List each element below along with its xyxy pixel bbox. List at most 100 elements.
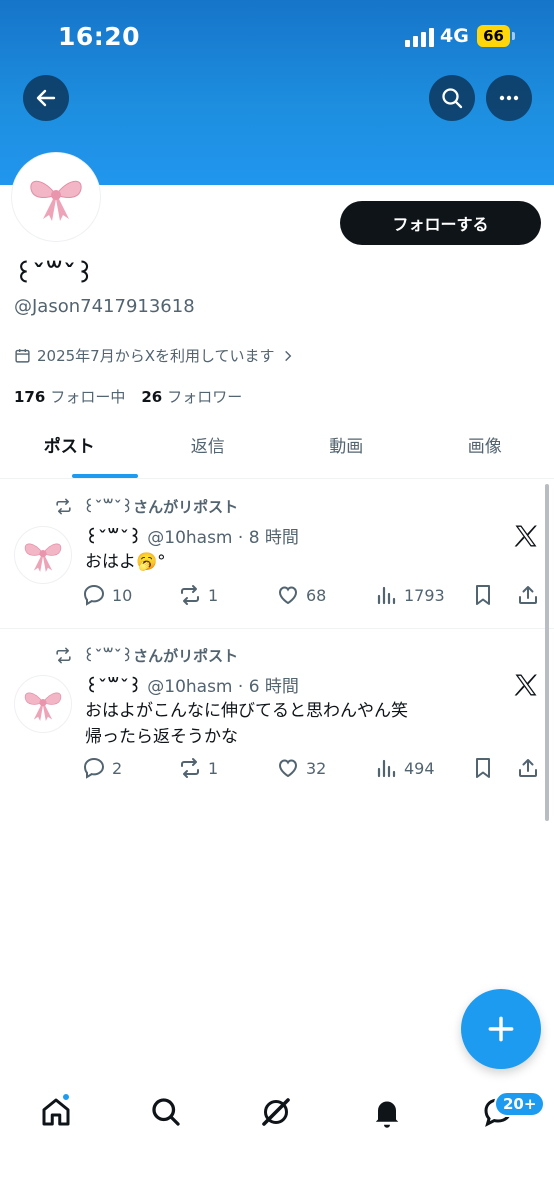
like-count: 68 xyxy=(306,585,327,605)
repost-count: 1 xyxy=(208,585,219,605)
nav-search[interactable] xyxy=(148,1094,184,1130)
scrollbar[interactable] xyxy=(545,484,549,821)
views-button[interactable]: 494 xyxy=(374,756,435,780)
grok-icon xyxy=(262,1098,290,1126)
profile-handle: @Jason7417913618 xyxy=(14,296,195,317)
reply-button[interactable]: 10 xyxy=(82,583,132,607)
post-avatar[interactable] xyxy=(14,675,72,733)
search-icon xyxy=(442,88,463,109)
post-author[interactable]: ꒰ˇ꒳ˇ꒱ xyxy=(85,528,142,548)
views-count: 1793 xyxy=(404,585,445,605)
followers-label: フォロワー xyxy=(167,388,243,406)
like-button[interactable]: 32 xyxy=(276,756,326,780)
post-actions: 10 1 68 1793 xyxy=(82,583,542,611)
joined-text: 2025年7月からXを利用しています xyxy=(37,347,275,365)
repost-button[interactable]: 1 xyxy=(178,583,218,607)
calendar-icon xyxy=(15,349,30,363)
battery-icon: 66 xyxy=(477,25,515,47)
following-link[interactable]: 176 フォロー中 xyxy=(14,386,125,407)
ribbon-bow-icon xyxy=(24,692,62,722)
views-icon xyxy=(377,759,396,778)
messages-badge: 20+ xyxy=(494,1091,546,1117)
follow-button[interactable]: フォローする xyxy=(340,201,541,245)
x-logo-icon xyxy=(512,671,540,699)
more-button[interactable] xyxy=(486,75,532,121)
chevron-right-icon xyxy=(284,350,291,361)
share-icon xyxy=(519,586,537,604)
tab-images[interactable]: 画像 xyxy=(416,425,554,478)
nav-grok[interactable] xyxy=(258,1094,294,1130)
ribbon-bow-icon xyxy=(30,180,82,221)
status-time: 16:20 xyxy=(58,22,141,51)
search-icon xyxy=(152,1098,180,1126)
repost-label: ꒰ˇ꒳ˇ꒱さんがリポスト xyxy=(83,647,239,665)
repost-count: 1 xyxy=(208,758,219,778)
repost-indicator[interactable]: ꒰ˇ꒳ˇ꒱さんがリポスト xyxy=(54,645,238,666)
followers-link[interactable]: 26 フォロワー xyxy=(141,386,242,407)
bell-icon xyxy=(375,1101,399,1128)
post-avatar[interactable] xyxy=(14,526,72,584)
back-button[interactable] xyxy=(23,75,69,121)
post-text[interactable]: おはよがこんなに伸びてると思わんやん笑 帰ったら返そうかな xyxy=(85,698,485,750)
repost-icon xyxy=(181,585,199,605)
post-header: ꒰ˇ꒳ˇ꒱ @10hasm · 8 時間 xyxy=(85,523,299,548)
like-button[interactable]: 68 xyxy=(276,583,326,607)
reply-count: 2 xyxy=(112,758,123,778)
tab-posts[interactable]: ポスト xyxy=(0,425,139,478)
repost-icon xyxy=(56,498,71,515)
heart-icon xyxy=(278,586,298,605)
bookmark-button[interactable] xyxy=(471,756,495,780)
active-tab-indicator xyxy=(72,474,138,478)
share-icon xyxy=(519,759,537,777)
share-button[interactable] xyxy=(516,756,540,780)
reply-button[interactable]: 2 xyxy=(82,756,122,780)
follow-counts: 176 フォロー中 26 フォロワー xyxy=(14,386,242,407)
bottom-nav xyxy=(0,1080,554,1150)
post-header: ꒰ˇ꒳ˇ꒱ @10hasm · 6 時間 xyxy=(85,672,299,697)
tab-replies[interactable]: 返信 xyxy=(139,425,278,478)
repost-button[interactable]: 1 xyxy=(178,756,218,780)
following-count: 176 xyxy=(14,388,46,406)
repost-icon xyxy=(56,647,71,664)
post-actions: 2 1 32 494 xyxy=(82,756,542,784)
arrow-left-icon xyxy=(36,89,56,107)
plus-icon xyxy=(488,1016,514,1042)
signal-icon xyxy=(405,27,435,47)
home-notification-dot xyxy=(61,1092,71,1102)
repost-icon xyxy=(181,758,199,778)
profile-avatar[interactable] xyxy=(12,153,100,241)
tab-videos[interactable]: 動画 xyxy=(277,425,416,478)
battery-level: 66 xyxy=(477,25,510,47)
x-logo-icon xyxy=(512,522,540,550)
status-bar: 16:20 4G 66 xyxy=(0,0,554,72)
post-meta: @10hasm · 6 時間 xyxy=(147,677,299,697)
reply-icon xyxy=(83,757,105,779)
repost-label: ꒰ˇ꒳ˇ꒱さんがリポスト xyxy=(83,498,239,516)
post-meta: @10hasm · 8 時間 xyxy=(147,528,299,548)
followers-count: 26 xyxy=(141,388,163,406)
bookmark-icon xyxy=(476,758,490,778)
views-count: 494 xyxy=(404,758,435,778)
post-divider xyxy=(0,628,554,629)
bookmark-button[interactable] xyxy=(471,583,495,607)
compose-button[interactable] xyxy=(461,989,541,1069)
more-icon xyxy=(499,95,519,101)
views-icon xyxy=(377,586,396,605)
post-text[interactable]: おはよ🥱° xyxy=(85,549,485,575)
views-button[interactable]: 1793 xyxy=(374,583,445,607)
nav-notifications[interactable] xyxy=(369,1094,405,1130)
network-label: 4G xyxy=(440,25,469,47)
profile-display-name: ꒰ˇ꒳ˇ꒱ xyxy=(14,260,95,288)
following-label: フォロー中 xyxy=(50,388,126,406)
joined-date[interactable]: 2025年7月からXを利用しています xyxy=(14,345,295,366)
share-button[interactable] xyxy=(516,583,540,607)
bookmark-icon xyxy=(476,585,490,605)
reply-count: 10 xyxy=(112,585,133,605)
like-count: 32 xyxy=(306,758,327,778)
post-author[interactable]: ꒰ˇ꒳ˇ꒱ xyxy=(85,677,142,697)
profile-tabs: ポスト 返信 動画 画像 xyxy=(0,425,554,479)
repost-indicator[interactable]: ꒰ˇ꒳ˇ꒱さんがリポスト xyxy=(54,496,238,517)
reply-icon xyxy=(83,584,105,606)
heart-icon xyxy=(278,759,298,778)
search-button[interactable] xyxy=(429,75,475,121)
